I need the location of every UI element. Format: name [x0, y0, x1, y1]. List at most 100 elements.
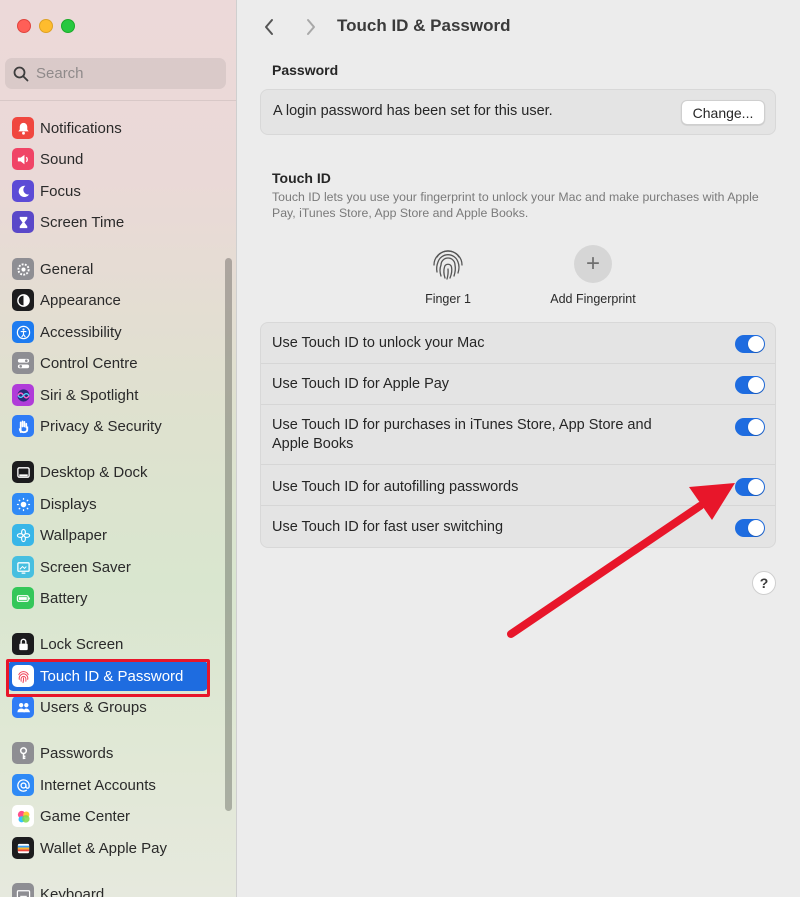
touchid-option-toggle[interactable]	[735, 478, 765, 496]
sidebar-item-label: Internet Accounts	[40, 776, 156, 794]
sidebar-item-label: Keyboard	[40, 885, 105, 897]
game-center-icon	[12, 805, 34, 827]
sidebar-item-label: Lock Screen	[40, 635, 124, 653]
sidebar-item-focus[interactable]: Focus	[8, 176, 208, 206]
sidebar-item-control-centre[interactable]: Control Centre	[8, 348, 208, 378]
sidebar-item-label: Wallpaper	[40, 526, 107, 544]
touchid-description: Touch ID lets you use your fingerprint t…	[272, 190, 759, 220]
sidebar-item-users-groups[interactable]: Users & Groups	[8, 692, 208, 722]
sidebar-item-screen-saver[interactable]: Screen Saver	[8, 552, 208, 582]
touchid-option-row: Use Touch ID for Apple Pay	[261, 364, 775, 405]
sidebar-item-general[interactable]: General	[8, 254, 208, 284]
sidebar-item-desktop-dock[interactable]: Desktop & Dock	[8, 457, 208, 487]
sidebar-item-label: Touch ID & Password	[40, 667, 184, 685]
screensaver-icon	[12, 556, 34, 578]
change-password-button[interactable]: Change...	[681, 100, 765, 125]
sidebar-item-label: Game Center	[40, 807, 131, 825]
hourglass-icon	[12, 211, 34, 233]
sidebar-item-appearance[interactable]: Appearance	[8, 285, 208, 315]
sidebar-item-label: Battery	[40, 589, 88, 607]
touchid-option-label: Use Touch ID for purchases in iTunes Sto…	[272, 417, 652, 452]
touchid-option-row: Use Touch ID for fast user switching	[261, 506, 775, 547]
main-pane: Touch ID & Password Password A login pas…	[238, 0, 800, 897]
touchid-option-toggle[interactable]	[735, 519, 765, 537]
close-window-button[interactable]	[17, 19, 31, 33]
sidebar-item-label: Desktop & Dock	[40, 463, 148, 481]
sidebar-item-lock-screen[interactable]: Lock Screen	[8, 629, 208, 659]
at-icon	[12, 774, 34, 796]
sidebar-item-label: Screen Saver	[40, 558, 131, 576]
sidebar-item-game-center[interactable]: Game Center	[8, 801, 208, 831]
gear-icon	[12, 258, 34, 280]
back-button[interactable]	[258, 14, 280, 40]
appearance-icon	[12, 289, 34, 311]
touchid-option-label: Use Touch ID for fast user switching	[272, 519, 504, 535]
sidebar-item-siri-spotlight[interactable]: Siri & Spotlight	[8, 380, 208, 410]
sidebar-item-wallpaper[interactable]: Wallpaper	[8, 520, 208, 550]
add-fingerprint-label: Add Fingerprint	[550, 292, 636, 306]
fingerprint-icon	[429, 245, 467, 283]
sidebar-item-label: Sound	[40, 150, 84, 168]
users-icon	[12, 696, 34, 718]
sidebar-item-notifications[interactable]: Notifications	[8, 113, 208, 143]
sidebar-item-label: Control Centre	[40, 354, 138, 372]
moon-icon	[12, 180, 34, 202]
accessibility-icon	[12, 321, 34, 343]
sidebar-item-label: Siri & Spotlight	[40, 386, 139, 404]
sidebar-item-label: General	[40, 260, 94, 278]
sidebar-item-label: Notifications	[40, 119, 122, 137]
sidebar-item-passwords[interactable]: Passwords	[8, 738, 208, 768]
help-button[interactable]: ?	[752, 571, 776, 595]
touchid-option-label: Use Touch ID for Apple Pay	[272, 376, 450, 392]
sidebar-item-accessibility[interactable]: Accessibility	[8, 317, 208, 347]
sidebar-item-sound[interactable]: Sound	[8, 144, 208, 174]
sidebar-item-screen-time[interactable]: Screen Time	[8, 207, 208, 237]
chevron-left-icon	[265, 19, 273, 35]
password-card: A login password has been set for this u…	[260, 89, 776, 135]
plus-icon: +	[574, 245, 612, 283]
touchid-option-row: Use Touch ID for purchases in iTunes Sto…	[261, 405, 775, 465]
search-field[interactable]	[5, 58, 226, 89]
sidebar-scrollbar[interactable]	[225, 258, 232, 811]
touchid-option-toggle[interactable]	[735, 335, 765, 353]
sidebar: Notifications Sound Focus Screen Time Genera…	[0, 0, 237, 897]
sidebar-item-keyboard[interactable]: Keyboard	[8, 879, 208, 897]
sidebar-item-touch-id-password[interactable]: Touch ID & Password	[8, 661, 208, 691]
sidebar-item-label: Screen Time	[40, 213, 125, 231]
touchid-options-card: Use Touch ID to unlock your Mac Use Touch…	[260, 322, 776, 548]
search-input[interactable]	[36, 65, 216, 82]
add-fingerprint-button[interactable]: + Add Fingerprint	[538, 245, 648, 306]
sidebar-item-label: Displays	[40, 495, 97, 513]
page-title: Touch ID & Password	[337, 16, 511, 35]
sidebar-item-label: Users & Groups	[40, 698, 147, 716]
sidebar-item-label: Focus	[40, 182, 81, 200]
hand-icon	[12, 415, 34, 437]
password-status-text: A login password has been set for this u…	[273, 103, 553, 119]
zoom-window-button[interactable]	[61, 19, 75, 33]
sidebar-item-label: Appearance	[40, 291, 121, 309]
search-icon	[13, 66, 29, 81]
sidebar-item-battery[interactable]: Battery	[8, 583, 208, 613]
keyboard-icon	[12, 883, 34, 897]
key-icon	[12, 742, 34, 764]
touchid-option-row: Use Touch ID for autofilling passwords	[261, 465, 775, 506]
sidebar-divider	[0, 100, 236, 101]
sidebar-item-displays[interactable]: Displays	[8, 489, 208, 519]
sidebar-item-label: Passwords	[40, 744, 114, 762]
touchid-option-toggle[interactable]	[735, 376, 765, 394]
sidebar-item-label: Privacy & Security	[40, 417, 162, 435]
sidebar-item-wallet-apple-pay[interactable]: Wallet & Apple Pay	[8, 833, 208, 863]
speaker-icon	[12, 148, 34, 170]
finger-1-label: Finger 1	[425, 292, 471, 306]
sidebar-item-privacy-security[interactable]: Privacy & Security	[8, 411, 208, 441]
lock-icon	[12, 633, 34, 655]
sun-icon	[12, 493, 34, 515]
minimize-window-button[interactable]	[39, 19, 53, 33]
forward-button[interactable]	[300, 14, 322, 40]
flower-icon	[12, 524, 34, 546]
fingerprint-finger-1[interactable]: Finger 1	[418, 245, 478, 306]
password-section-title: Password	[272, 62, 339, 78]
sidebar-item-internet-accounts[interactable]: Internet Accounts	[8, 770, 208, 800]
touchid-section-title: Touch ID	[272, 170, 331, 186]
touchid-option-toggle[interactable]	[735, 418, 765, 436]
